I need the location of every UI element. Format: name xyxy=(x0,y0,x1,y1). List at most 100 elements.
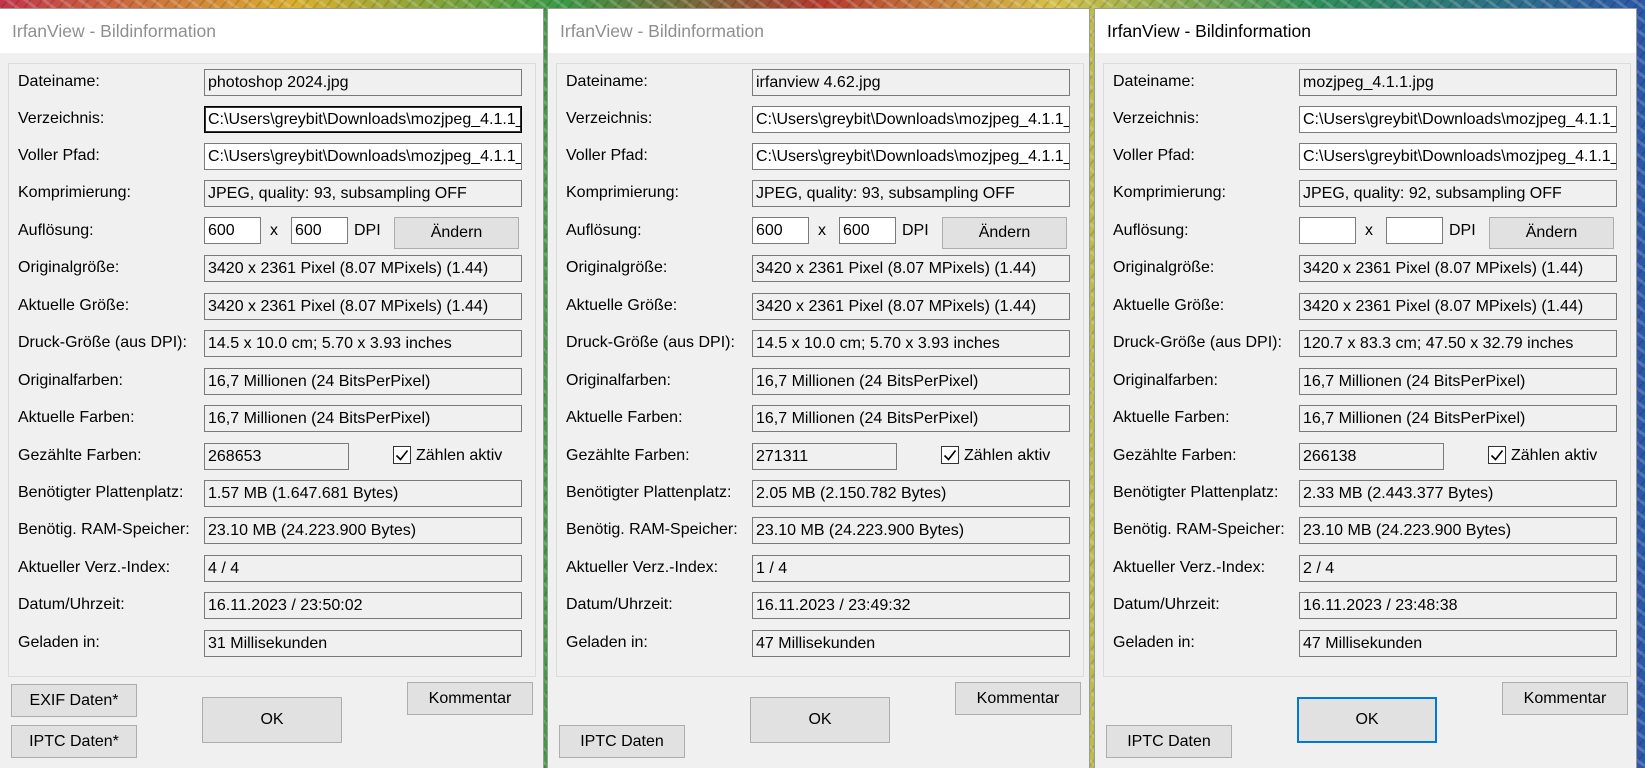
dpi-x-input[interactable]: 600 xyxy=(752,217,809,244)
dpi-unit: DPI xyxy=(902,222,929,239)
datetime-label: Datum/Uhrzeit: xyxy=(1113,596,1220,613)
count-active-checkbox[interactable] xyxy=(1488,446,1506,464)
change-dpi-button[interactable]: Ändern xyxy=(1489,217,1614,249)
dir-index-field[interactable]: 4 / 4 xyxy=(204,555,522,582)
current-size-label: Aktuelle Größe: xyxy=(18,297,130,314)
compression-field[interactable]: JPEG, quality: 93, subsampling OFF xyxy=(752,180,1070,207)
ram-field[interactable]: 23.10 MB (24.223.900 Bytes) xyxy=(204,517,522,544)
change-dpi-button[interactable]: Ändern xyxy=(942,217,1067,249)
current-colors-field[interactable]: 16,7 Millionen (24 BitsPerPixel) xyxy=(204,405,522,432)
loaded-in-label: Geladen in: xyxy=(566,634,648,651)
dir-index-field[interactable]: 2 / 4 xyxy=(1299,555,1617,582)
fullpath-field[interactable]: C:\Users\greybit\Downloads\mozjpeg_4.1.1… xyxy=(204,143,522,170)
resolution-label: Auflösung: xyxy=(566,222,642,239)
disk-space-label: Benötigter Plattenplatz: xyxy=(18,484,184,501)
loaded-in-field[interactable]: 47 Millisekunden xyxy=(752,630,1070,657)
compression-label: Komprimierung: xyxy=(18,184,131,201)
fullpath-label: Voller Pfad: xyxy=(18,147,100,164)
dpi-separator: x xyxy=(818,222,826,239)
directory-label: Verzeichnis: xyxy=(18,110,105,127)
current-colors-label: Aktuelle Farben: xyxy=(566,409,683,426)
loaded-in-field[interactable]: 31 Millisekunden xyxy=(204,630,522,657)
loaded-in-field[interactable]: 47 Millisekunden xyxy=(1299,630,1617,657)
dpi-x-input[interactable] xyxy=(1299,217,1356,244)
count-active-checkbox[interactable] xyxy=(941,446,959,464)
filename-label: Dateiname: xyxy=(18,73,100,90)
ok-button[interactable]: OK xyxy=(750,697,890,743)
change-dpi-button[interactable]: Ändern xyxy=(394,217,519,249)
ram-label: Benötig. RAM-Speicher: xyxy=(566,521,738,538)
original-size-label: Originalgröße: xyxy=(18,259,120,276)
original-size-field[interactable]: 3420 x 2361 Pixel (8.07 MPixels) (1.44) xyxy=(204,255,522,282)
dpi-y-input[interactable] xyxy=(1386,217,1443,244)
iptc-data-button[interactable]: IPTC Daten xyxy=(1106,725,1232,758)
directory-label: Verzeichnis: xyxy=(1113,110,1200,127)
dpi-y-input[interactable]: 600 xyxy=(291,217,348,244)
original-size-label: Originalgröße: xyxy=(1113,259,1215,276)
ok-button[interactable]: OK xyxy=(1297,697,1437,743)
filename-label: Dateiname: xyxy=(1113,73,1195,90)
print-size-field[interactable]: 14.5 x 10.0 cm; 5.70 x 3.93 inches xyxy=(752,330,1070,357)
directory-field[interactable]: C:\Users\greybit\Downloads\mozjpeg_4.1.1… xyxy=(1299,106,1617,133)
print-size-field[interactable]: 120.7 x 83.3 cm; 47.50 x 32.79 inches xyxy=(1299,330,1617,357)
original-size-field[interactable]: 3420 x 2361 Pixel (8.07 MPixels) (1.44) xyxy=(752,255,1070,282)
compression-label: Komprimierung: xyxy=(566,184,679,201)
iptc-data-button[interactable]: IPTC Daten xyxy=(559,725,685,758)
counted-colors-field[interactable]: 271311 xyxy=(752,443,897,470)
disk-space-field[interactable]: 2.05 MB (2.150.782 Bytes) xyxy=(752,480,1070,507)
counted-colors-field[interactable]: 266138 xyxy=(1299,443,1444,470)
comment-button[interactable]: Kommentar xyxy=(1502,682,1628,715)
original-colors-field[interactable]: 16,7 Millionen (24 BitsPerPixel) xyxy=(1299,368,1617,395)
original-size-field[interactable]: 3420 x 2361 Pixel (8.07 MPixels) (1.44) xyxy=(1299,255,1617,282)
current-colors-field[interactable]: 16,7 Millionen (24 BitsPerPixel) xyxy=(752,405,1070,432)
dpi-y-input[interactable]: 600 xyxy=(839,217,896,244)
current-size-field[interactable]: 3420 x 2361 Pixel (8.07 MPixels) (1.44) xyxy=(752,293,1070,320)
disk-space-label: Benötigter Plattenplatz: xyxy=(1113,484,1279,501)
disk-space-field[interactable]: 1.57 MB (1.647.681 Bytes) xyxy=(204,480,522,507)
datetime-field[interactable]: 16.11.2023 / 23:49:32 xyxy=(752,592,1070,619)
ram-field[interactable]: 23.10 MB (24.223.900 Bytes) xyxy=(1299,517,1617,544)
ok-button[interactable]: OK xyxy=(202,697,342,743)
count-active-checkbox[interactable] xyxy=(393,446,411,464)
resolution-label: Auflösung: xyxy=(1113,222,1189,239)
image-info-dialog-2: IrfanView - Bildinformation Dateiname: i… xyxy=(548,9,1089,768)
directory-field[interactable]: C:\Users\greybit\Downloads\mozjpeg_4.1.1… xyxy=(752,106,1070,133)
dpi-x-input[interactable]: 600 xyxy=(204,217,261,244)
comment-button[interactable]: Kommentar xyxy=(955,682,1081,715)
filename-field[interactable]: photoshop 2024.jpg xyxy=(204,69,522,96)
comment-button[interactable]: Kommentar xyxy=(407,682,533,715)
original-colors-field[interactable]: 16,7 Millionen (24 BitsPerPixel) xyxy=(204,368,522,395)
ram-label: Benötig. RAM-Speicher: xyxy=(18,521,190,538)
filename-field[interactable]: irfanview 4.62.jpg xyxy=(752,69,1070,96)
ram-field[interactable]: 23.10 MB (24.223.900 Bytes) xyxy=(752,517,1070,544)
current-size-field[interactable]: 3420 x 2361 Pixel (8.07 MPixels) (1.44) xyxy=(204,293,522,320)
fullpath-field[interactable]: C:\Users\greybit\Downloads\mozjpeg_4.1.1… xyxy=(1299,143,1617,170)
image-info-dialog-3: IrfanView - Bildinformation Dateiname: m… xyxy=(1095,9,1636,768)
counted-colors-label: Gezählte Farben: xyxy=(18,447,142,464)
fullpath-label: Voller Pfad: xyxy=(566,147,648,164)
current-size-field[interactable]: 3420 x 2361 Pixel (8.07 MPixels) (1.44) xyxy=(1299,293,1617,320)
counted-colors-field[interactable]: 268653 xyxy=(204,443,349,470)
counted-colors-label: Gezählte Farben: xyxy=(1113,447,1237,464)
ram-label: Benötig. RAM-Speicher: xyxy=(1113,521,1285,538)
print-size-field[interactable]: 14.5 x 10.0 cm; 5.70 x 3.93 inches xyxy=(204,330,522,357)
compression-field[interactable]: JPEG, quality: 92, subsampling OFF xyxy=(1299,180,1617,207)
disk-space-field[interactable]: 2.33 MB (2.443.377 Bytes) xyxy=(1299,480,1617,507)
fullpath-field[interactable]: C:\Users\greybit\Downloads\mozjpeg_4.1.1… xyxy=(752,143,1070,170)
iptc-data-button[interactable]: IPTC Daten* xyxy=(11,725,137,758)
dialog-title: IrfanView - Bildinformation xyxy=(1095,9,1636,53)
filename-field[interactable]: mozjpeg_4.1.1.jpg xyxy=(1299,69,1617,96)
datetime-field[interactable]: 16.11.2023 / 23:50:02 xyxy=(204,592,522,619)
loaded-in-label: Geladen in: xyxy=(18,634,100,651)
compression-field[interactable]: JPEG, quality: 93, subsampling OFF xyxy=(204,180,522,207)
original-colors-field[interactable]: 16,7 Millionen (24 BitsPerPixel) xyxy=(752,368,1070,395)
dpi-unit: DPI xyxy=(1449,222,1476,239)
datetime-field[interactable]: 16.11.2023 / 23:48:38 xyxy=(1299,592,1617,619)
print-size-label: Druck-Größe (aus DPI): xyxy=(18,334,187,351)
directory-field[interactable]: C:\Users\greybit\Downloads\mozjpeg_4.1.1… xyxy=(204,106,522,133)
exif-data-button[interactable]: EXIF Daten* xyxy=(11,684,137,717)
counted-colors-label: Gezählte Farben: xyxy=(566,447,690,464)
dir-index-field[interactable]: 1 / 4 xyxy=(752,555,1070,582)
current-colors-field[interactable]: 16,7 Millionen (24 BitsPerPixel) xyxy=(1299,405,1617,432)
count-active-label: Zählen aktiv xyxy=(964,447,1051,464)
